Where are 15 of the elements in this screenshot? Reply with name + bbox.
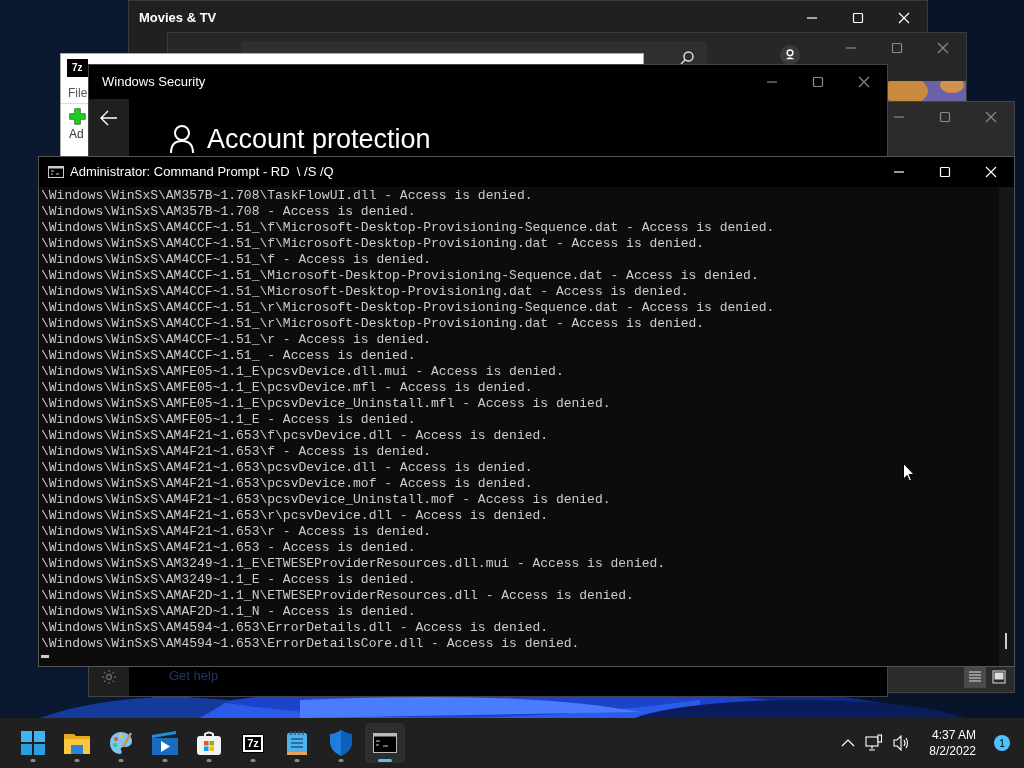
chevron-up-icon[interactable]	[841, 739, 856, 747]
clock-date[interactable]: 8/2/2022	[929, 743, 976, 759]
taskbar-button[interactable]: 7z	[233, 723, 273, 763]
palette-icon	[109, 731, 133, 755]
windows-logo-icon	[21, 731, 45, 755]
notification-badge[interactable]: 1	[994, 735, 1010, 751]
network-icon[interactable]	[865, 734, 884, 752]
folder-icon	[64, 732, 90, 754]
terminal-icon	[373, 733, 397, 753]
clock-time[interactable]: 4:37 AM	[931, 727, 976, 743]
play-icon	[152, 731, 178, 755]
notepad-icon	[287, 731, 307, 755]
taskbar-button[interactable]	[365, 723, 405, 763]
shopping-bag-icon	[197, 731, 221, 755]
shield-icon	[330, 730, 352, 756]
